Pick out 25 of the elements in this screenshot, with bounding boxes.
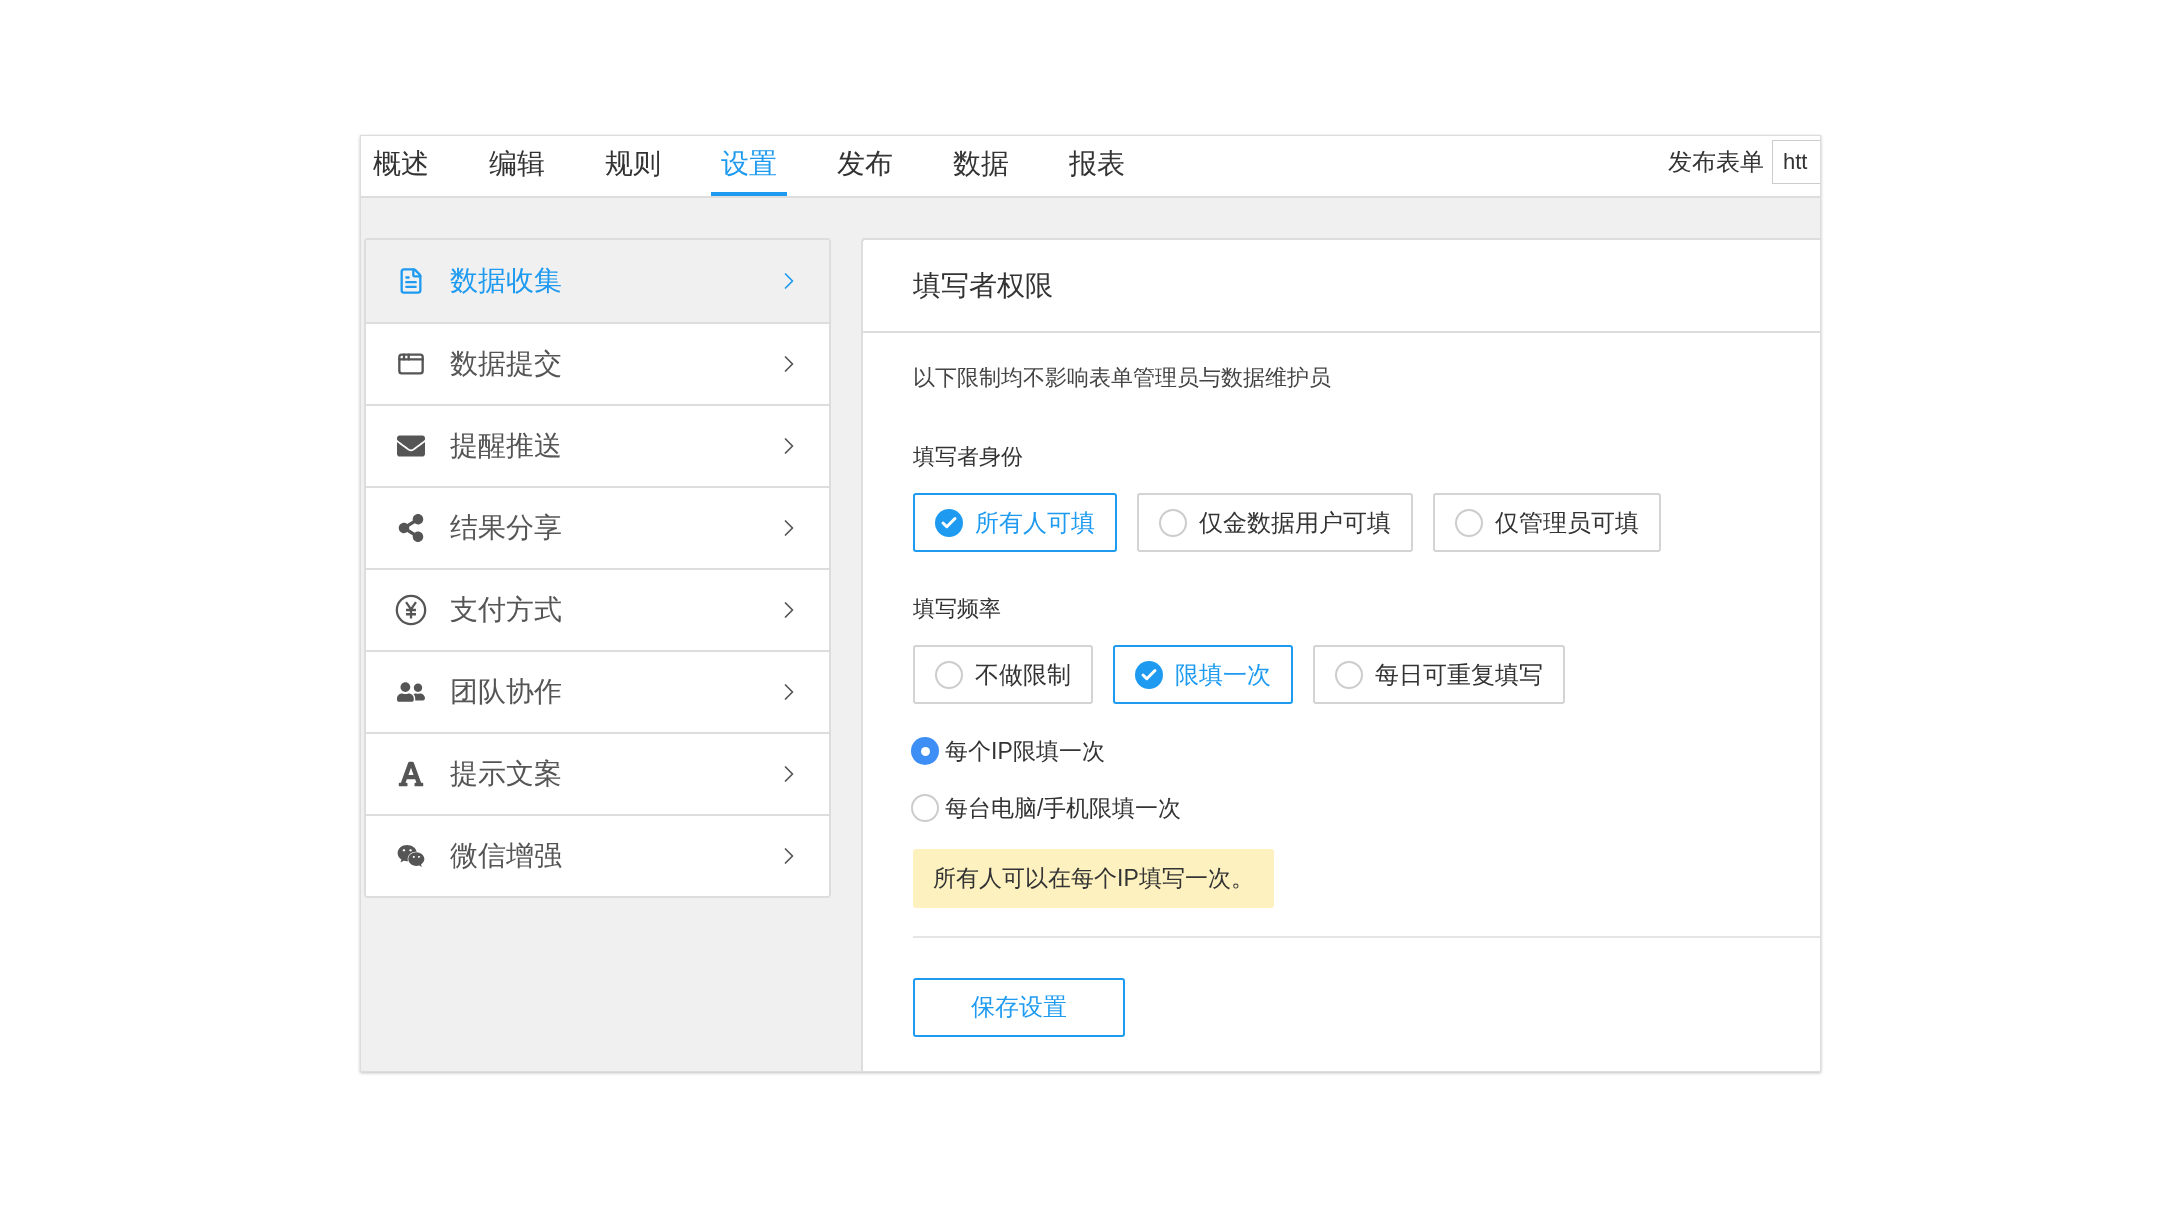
- radio-option[interactable]: 每个IP限填一次: [911, 734, 1770, 769]
- tab[interactable]: 规则: [595, 136, 671, 196]
- publish-label: 发布表单: [1668, 147, 1764, 177]
- check-icon: [1135, 660, 1163, 689]
- option-button[interactable]: 不做限制: [913, 645, 1093, 704]
- section-label: 填写者身份: [913, 443, 1024, 471]
- radio-option[interactable]: 每台电脑/手机限填一次: [911, 790, 1770, 825]
- option-button[interactable]: 仅金数据用户可填: [1137, 493, 1413, 552]
- notice-banner: 所有人可以在每个IP填写一次。: [913, 849, 1274, 908]
- tab[interactable]: 编辑: [479, 136, 555, 196]
- option-button[interactable]: 仅管理员可填: [1433, 493, 1661, 552]
- section-label: 填写频率: [913, 595, 1002, 623]
- option-button[interactable]: 每日可重复填写: [1313, 645, 1565, 704]
- tab[interactable]: 发布: [827, 136, 903, 196]
- tab[interactable]: 数据: [943, 136, 1019, 196]
- yen-circle-icon: [394, 593, 428, 627]
- check-icon: [935, 508, 963, 537]
- radio-icon[interactable]: [911, 793, 939, 822]
- url-field[interactable]: htt: [1772, 140, 1820, 184]
- tab[interactable]: 概述: [363, 136, 439, 196]
- panel-title: 填写者权限: [913, 268, 1053, 303]
- radio-icon[interactable]: [911, 737, 939, 766]
- tab[interactable]: 报表: [1059, 136, 1135, 196]
- description-text: 以下限制均不影响表单管理员与数据维护员: [913, 364, 1332, 392]
- sidebar-item[interactable]: 微信增强: [366, 814, 829, 896]
